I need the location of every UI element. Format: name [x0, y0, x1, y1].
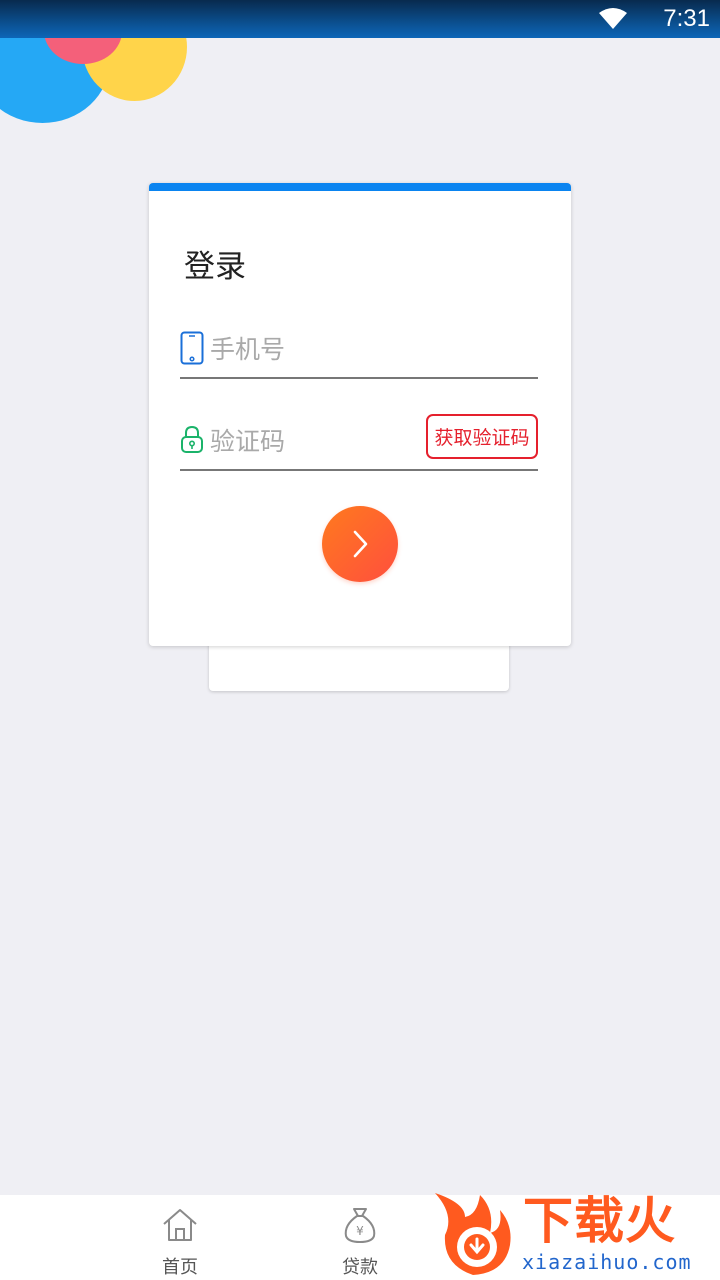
watermark-title: 下载火	[523, 1192, 676, 1250]
nav-label-home: 首页	[162, 1257, 198, 1278]
phone-icon	[180, 331, 204, 365]
nav-item-home[interactable]: 首页	[140, 1195, 220, 1280]
login-title: 登录	[184, 249, 246, 285]
code-field: 获取验证码	[180, 413, 538, 471]
phone-input[interactable]	[210, 331, 410, 367]
watermark: 下载火 xiazaihuo.com	[425, 1185, 720, 1280]
svg-text:¥: ¥	[356, 1224, 364, 1238]
wifi-icon	[599, 8, 627, 29]
submit-button[interactable]	[322, 506, 398, 582]
login-card: 登录 获取验证码	[149, 183, 571, 646]
status-bar: 7:31	[0, 0, 720, 38]
phone-field	[180, 321, 538, 379]
money-bag-icon: ¥	[344, 1208, 376, 1244]
status-time: 7:31	[663, 5, 710, 32]
home-icon	[163, 1209, 197, 1241]
get-code-button[interactable]: 获取验证码	[426, 414, 538, 459]
flame-download-icon	[435, 1193, 511, 1275]
watermark-url: xiazaihuo.com	[522, 1250, 692, 1274]
nav-label-loan: 贷款	[342, 1257, 378, 1278]
nav-item-loan[interactable]: ¥ 贷款	[320, 1195, 400, 1280]
chevron-right-icon	[353, 530, 368, 558]
decorative-bubbles	[0, 38, 200, 138]
code-input[interactable]	[210, 423, 410, 459]
lock-icon	[181, 425, 203, 453]
